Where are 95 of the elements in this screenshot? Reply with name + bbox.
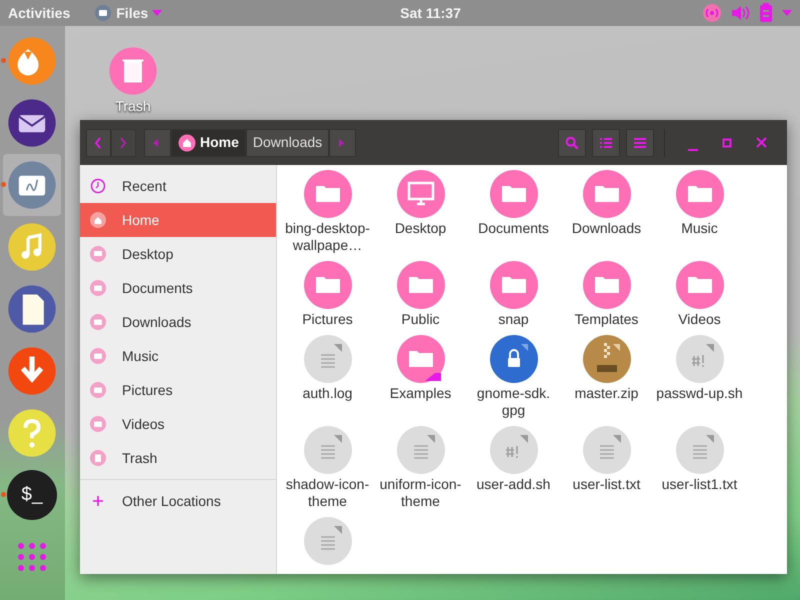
sidebar-item[interactable]: Downloads <box>80 305 276 339</box>
search-icon <box>565 134 579 150</box>
text-file-icon[interactable] <box>396 426 444 474</box>
text-file-icon[interactable] <box>676 426 724 474</box>
file-name[interactable]: passwd-up.sh <box>656 385 744 402</box>
monitor-icon[interactable] <box>396 170 444 218</box>
text-file-icon[interactable] <box>304 517 352 565</box>
folder-icon[interactable] <box>396 261 444 309</box>
sidebar-item[interactable]: Desktop <box>80 237 276 271</box>
folder-icon[interactable] <box>7 160 57 210</box>
file-name[interactable]: snap <box>470 311 558 328</box>
file-name[interactable]: master.zip <box>562 385 650 402</box>
trash-icon[interactable] <box>108 46 158 96</box>
file-name[interactable]: gnome-sdk.gpg <box>470 385 558 419</box>
file-name[interactable]: Examples <box>376 385 464 402</box>
folder-icon <box>90 416 106 432</box>
file-name[interactable]: user-list1.txt <box>656 476 744 493</box>
folder-icon[interactable] <box>304 261 352 309</box>
padlock-file-icon[interactable] <box>490 335 538 383</box>
sidebar-item[interactable]: Trash <box>80 441 276 475</box>
chevron-right-icon <box>118 136 128 150</box>
file-name[interactable]: Public <box>376 311 464 328</box>
path-button[interactable]: Downloads <box>246 128 330 156</box>
chevron-left-icon <box>93 136 103 150</box>
app-grid-icon[interactable] <box>16 541 48 573</box>
home-icon <box>178 134 196 152</box>
file-name[interactable]: Music <box>656 220 744 237</box>
folder-icon[interactable] <box>676 261 724 309</box>
trash-icon <box>90 450 106 466</box>
folder-icon[interactable] <box>304 170 352 218</box>
folder-icon[interactable] <box>676 170 724 218</box>
path-scroll-left-button[interactable] <box>144 128 171 156</box>
sidebar-item[interactable]: Other Locations <box>80 484 276 518</box>
arrow-icon <box>151 138 161 148</box>
maximize-icon <box>722 138 732 148</box>
clock-icon <box>90 178 106 194</box>
folder-icon <box>90 382 106 398</box>
folder-icon[interactable] <box>582 261 630 309</box>
desktop-icon-label: Trash <box>115 97 151 116</box>
file-name[interactable]: user-list.txt <box>562 476 650 493</box>
folder-icon[interactable] <box>396 335 444 383</box>
file-name[interactable]: uniform-icon-theme <box>376 476 464 510</box>
folder-icon <box>90 348 106 364</box>
text-file-icon[interactable] <box>304 426 352 474</box>
network-icon[interactable] <box>702 3 722 23</box>
close-icon <box>756 137 766 148</box>
plus-icon <box>90 493 106 509</box>
volume-icon[interactable] <box>730 5 750 21</box>
caret-icon[interactable] <box>782 10 792 16</box>
document-icon[interactable] <box>7 284 57 334</box>
script-file-icon[interactable] <box>676 335 724 383</box>
music-note-icon[interactable] <box>7 222 57 272</box>
path-button[interactable]: Home <box>171 128 246 156</box>
forward-button[interactable] <box>111 128 136 156</box>
caret-icon <box>152 10 162 16</box>
file-name[interactable]: Pictures <box>284 311 372 328</box>
question-mark-icon[interactable] <box>7 408 57 458</box>
monitor-icon <box>90 246 106 262</box>
folder-icon[interactable] <box>582 170 630 218</box>
list-view-button[interactable] <box>592 128 620 156</box>
flame-icon[interactable] <box>7 36 57 86</box>
files-app-icon <box>94 4 112 22</box>
file-name[interactable]: Desktop <box>376 220 464 237</box>
back-button[interactable] <box>86 128 111 156</box>
sidebar-item[interactable]: Music <box>80 339 276 373</box>
text-file-icon[interactable] <box>582 426 630 474</box>
search-button[interactable] <box>558 128 586 156</box>
file-name[interactable]: bing-desktop-wallpape… <box>284 220 372 254</box>
sidebar-item[interactable]: Pictures <box>80 373 276 407</box>
minimize-icon <box>688 148 698 150</box>
file-name[interactable]: user-add.sh <box>470 476 558 493</box>
terminal-icon[interactable]: $_ <box>7 470 57 520</box>
archive-file-icon[interactable] <box>582 335 630 383</box>
file-name[interactable]: Downloads <box>562 220 650 237</box>
file-name[interactable]: shadow-icon-theme <box>284 476 372 510</box>
envelope-icon[interactable] <box>7 98 57 148</box>
script-file-icon[interactable] <box>490 426 538 474</box>
file-name[interactable]: Templates <box>562 311 650 328</box>
folder-icon <box>90 314 106 330</box>
file-name[interactable]: Videos <box>656 311 744 328</box>
folder-icon[interactable] <box>490 261 538 309</box>
list-icon <box>599 136 613 148</box>
sidebar-item[interactable]: Documents <box>80 271 276 305</box>
menu-icon <box>633 136 647 148</box>
file-name[interactable]: Documents <box>470 220 558 237</box>
arrow-icon <box>336 138 346 148</box>
menu-button[interactable] <box>626 128 654 156</box>
folder-icon[interactable] <box>490 170 538 218</box>
home-icon <box>90 212 106 228</box>
path-scroll-right-button[interactable] <box>329 128 356 156</box>
folder-icon <box>90 280 106 296</box>
text-file-icon[interactable] <box>304 335 352 383</box>
file-name[interactable]: auth.log <box>284 385 372 402</box>
sidebar-item[interactable]: Videos <box>80 407 276 441</box>
sidebar-item[interactable]: Recent <box>80 169 276 203</box>
